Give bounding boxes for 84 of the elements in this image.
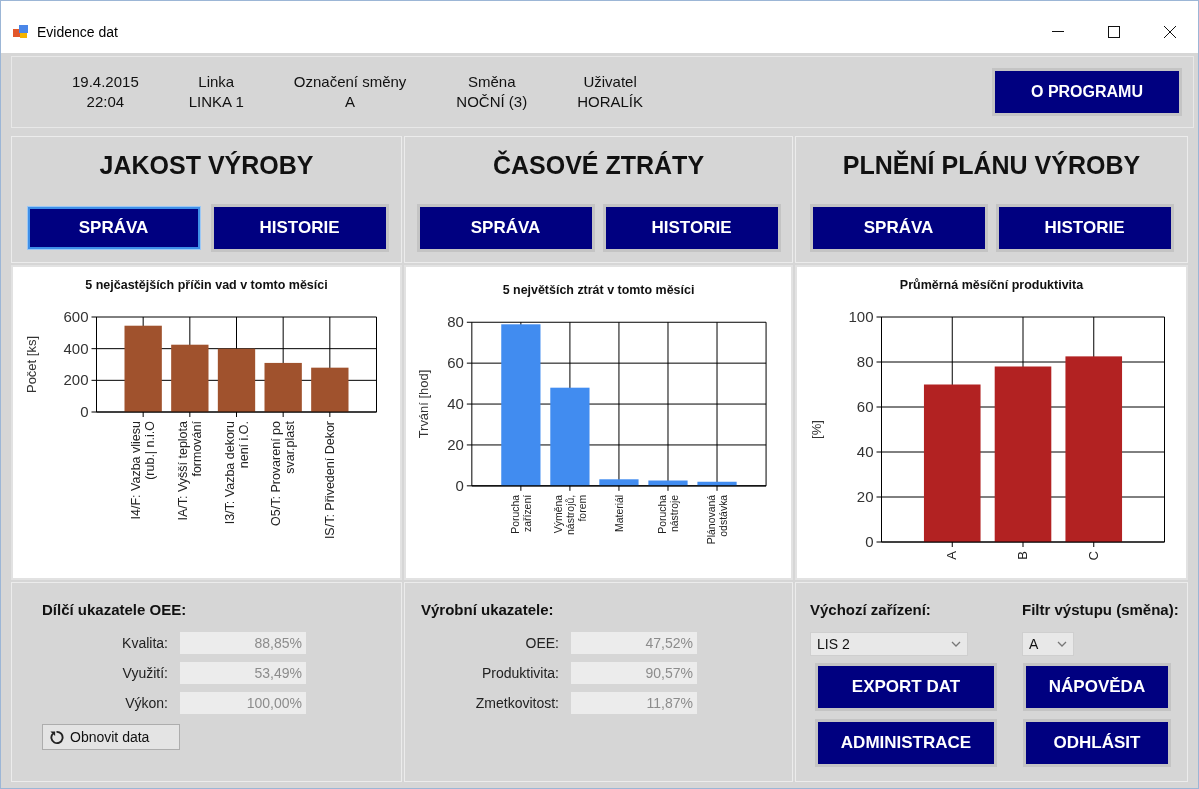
bar bbox=[311, 367, 349, 412]
field-label: OEE: bbox=[524, 635, 559, 651]
refresh-icon bbox=[49, 729, 64, 745]
tick-label: 0 bbox=[865, 533, 874, 550]
category-label: IS/T: Přivedení Dekor bbox=[322, 421, 337, 540]
tick-label: 60 bbox=[856, 398, 874, 415]
minimize-icon bbox=[1052, 31, 1064, 33]
chart-title: 5 nejčastějších příčin vad v tomto měsíci bbox=[85, 278, 328, 292]
tick-label: 80 bbox=[856, 353, 874, 370]
header-label: Linka bbox=[198, 72, 235, 92]
tick-label: 40 bbox=[856, 443, 874, 460]
field-label: Výkon: bbox=[124, 695, 168, 711]
axis-label: Počet [ks] bbox=[23, 335, 39, 394]
about-button[interactable]: O PROGRAMU bbox=[995, 71, 1179, 113]
category-label: Porucha zařízení bbox=[509, 494, 533, 534]
category-label: C bbox=[1085, 551, 1101, 561]
filter-label: Filtr výstupu (směna): bbox=[1022, 601, 1180, 618]
category-label: I3/T: Vazba dekoru není i.O. bbox=[222, 421, 251, 525]
action-button[interactable]: ODHLÁSIT bbox=[1026, 722, 1168, 764]
field-label: Kvalita: bbox=[121, 635, 168, 651]
category-label: Výměna nástrojů, forem bbox=[552, 494, 588, 535]
axis-label: [%] bbox=[808, 420, 824, 439]
tick-label: 400 bbox=[63, 339, 89, 357]
close-icon bbox=[1164, 26, 1176, 38]
group-title: Výrobní ukazatele: bbox=[421, 601, 555, 618]
bar bbox=[217, 348, 256, 412]
section-title: PLNĚNÍ PLÁNU VÝROBY bbox=[842, 151, 1141, 181]
group-title: Dílčí ukazatele OEE: bbox=[42, 601, 188, 618]
tick-label: 200 bbox=[63, 371, 89, 389]
tick-label: 60 bbox=[447, 354, 464, 372]
bar bbox=[264, 362, 302, 412]
action-button[interactable]: ADMINISTRACE bbox=[818, 722, 994, 764]
maximize-icon bbox=[1108, 26, 1120, 38]
header-value: HORALÍK bbox=[577, 92, 644, 112]
category-label: I4/F: Vazba vliesu (rub.| n.i.O bbox=[129, 421, 158, 520]
chart-title: 5 největších ztrát v tomto měsíci bbox=[502, 283, 695, 298]
section-title: JAKOST VÝROBY bbox=[99, 151, 314, 181]
axis-label: Trvání [hod] bbox=[415, 369, 431, 439]
tick-label: 80 bbox=[447, 313, 464, 331]
category-label: Porucha nástroje bbox=[657, 494, 680, 534]
tick-label: 20 bbox=[856, 488, 874, 505]
field-label: Využití: bbox=[121, 665, 168, 681]
device-select[interactable]: LIS 2 bbox=[810, 632, 968, 656]
chevron-down-icon bbox=[1057, 641, 1067, 647]
section-title: ČASOVÉ ZTRÁTY bbox=[492, 151, 705, 181]
chevron-down-icon bbox=[951, 641, 961, 647]
field-label: Produktivita: bbox=[480, 665, 559, 681]
header-value: LINKA 1 bbox=[188, 92, 244, 112]
bar bbox=[171, 344, 209, 412]
filter-select[interactable]: A bbox=[1022, 632, 1074, 656]
header-value: 22:04 bbox=[86, 92, 125, 112]
action-button[interactable]: EXPORT DAT bbox=[818, 666, 994, 708]
tick-label: 100 bbox=[848, 308, 874, 325]
app-icon bbox=[13, 25, 29, 39]
tick-label: 600 bbox=[63, 308, 89, 325]
device-label: Výchozí zařízení: bbox=[810, 601, 932, 618]
category-label: A bbox=[944, 551, 960, 560]
refresh-button[interactable]: Obnovit data bbox=[42, 724, 180, 750]
header-label: Uživatel bbox=[583, 72, 637, 92]
field-label: Zmetkovitost: bbox=[474, 695, 559, 711]
chart-title: Průměrná měsíční produktivita bbox=[899, 278, 1084, 292]
bar bbox=[648, 480, 688, 486]
section-button[interactable]: HISTORIE bbox=[213, 207, 386, 249]
tick-label: 20 bbox=[447, 435, 464, 453]
category-label: IA/T: Vyšší teplota formování bbox=[175, 421, 204, 521]
section-button[interactable]: HISTORIE bbox=[605, 207, 778, 249]
tick-label: 40 bbox=[447, 395, 464, 413]
action-button[interactable]: NÁPOVĚDA bbox=[1026, 666, 1168, 708]
header-label: 19.4.2015 bbox=[72, 72, 139, 92]
bar bbox=[697, 481, 737, 486]
bar bbox=[599, 479, 639, 486]
header-value: A bbox=[345, 92, 356, 112]
header-value: NOČNÍ (3) bbox=[456, 92, 528, 112]
section-button[interactable]: SPRÁVA bbox=[812, 207, 985, 249]
category-label: B bbox=[1015, 551, 1030, 560]
section-button[interactable]: SPRÁVA bbox=[27, 207, 200, 249]
tick-label: 0 bbox=[455, 476, 464, 494]
section-button[interactable]: HISTORIE bbox=[998, 207, 1171, 249]
header-label: Označení směny bbox=[293, 72, 407, 92]
header-label: Směna bbox=[468, 72, 516, 92]
category-label: Materiál bbox=[613, 494, 625, 533]
section-button[interactable]: SPRÁVA bbox=[419, 207, 592, 249]
window-title: Evidence dat bbox=[37, 24, 119, 40]
tick-label: 0 bbox=[80, 403, 89, 420]
